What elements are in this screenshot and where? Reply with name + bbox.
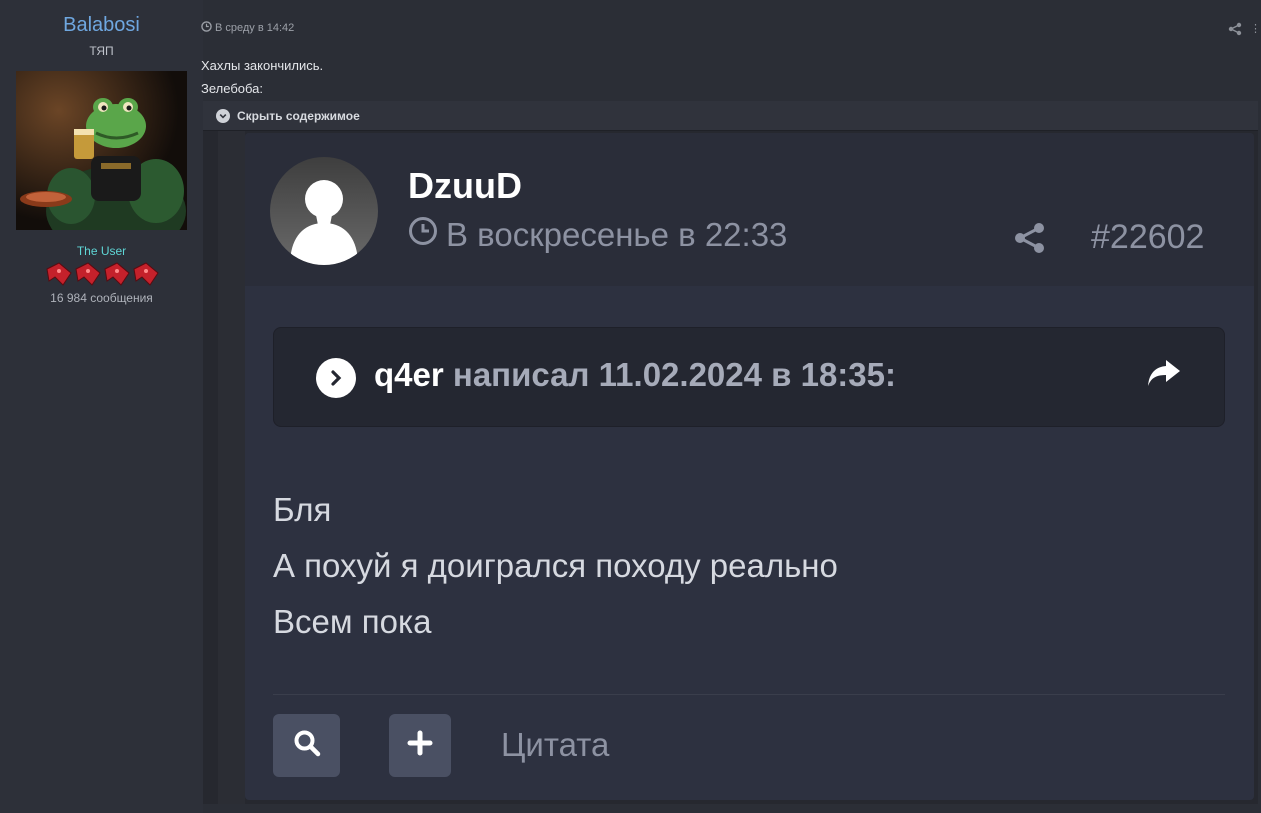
embedded-message-line: Всем пока [273, 603, 432, 640]
embedded-post-header [245, 133, 1254, 286]
quote-meta: написал 11.02.2024 в 18:35: [452, 356, 896, 393]
embedded-quote-header: q4er написал 11.02.2024 в 18:35: [273, 327, 1225, 427]
embedded-timestamp-text: В воскресенье в 22:33 [446, 216, 788, 253]
embedded-avatar [270, 157, 378, 265]
author-avatar[interactable] [16, 71, 187, 230]
more-options-icon[interactable]: ⋮ [1250, 22, 1261, 35]
post-text-line: Зелебоба: [201, 81, 263, 96]
author-title: ТЯП [89, 44, 114, 58]
rank-insignia [45, 259, 160, 287]
spoiler-toggle[interactable]: Скрыть содержимое [203, 101, 1258, 131]
share-icon [1013, 221, 1047, 255]
embedded-post-number: #22602 [1091, 218, 1205, 256]
share-icon[interactable] [1228, 22, 1242, 36]
embedded-username: DzuuD [408, 165, 522, 206]
message-count: 16 984 сообщения [50, 291, 153, 305]
spoiler-quote-border [218, 131, 245, 804]
chevron-right-icon [316, 358, 356, 398]
search-icon [292, 728, 322, 763]
author-role[interactable]: The User [0, 244, 203, 258]
embedded-message-line: А похуй я доигрался походу реально [273, 547, 838, 584]
embedded-message-line: Бля [273, 491, 332, 528]
reply-arrow-icon [1144, 354, 1184, 394]
user-info-panel: Balabosi ТЯП The User 16 984 сообщения [0, 0, 203, 813]
embedded-screenshot: DzuuD В воскресенье в 22:33 #22602 q4er … [245, 133, 1254, 800]
author-username[interactable]: Balabosi [0, 14, 203, 37]
spoiler-label: Скрыть содержимое [237, 108, 360, 123]
chevron-down-icon [216, 108, 230, 123]
search-button [273, 714, 340, 777]
quote-button-label: Цитата [501, 726, 610, 763]
post-timestamp-text: В среду в 14:42 [215, 22, 295, 34]
quote-attribution: q4er написал 11.02.2024 в 18:35: [374, 356, 896, 394]
post-text-line: Хахлы закончились. [201, 58, 324, 73]
add-button [389, 714, 451, 777]
divider [273, 694, 1225, 695]
clock-icon [201, 21, 212, 35]
quote-author: q4er [374, 356, 444, 393]
clock-icon [408, 216, 438, 254]
plus-icon [407, 730, 433, 761]
embedded-timestamp: В воскресенье в 22:33 [408, 216, 787, 254]
post-timestamp[interactable]: В среду в 14:42 [201, 21, 294, 35]
